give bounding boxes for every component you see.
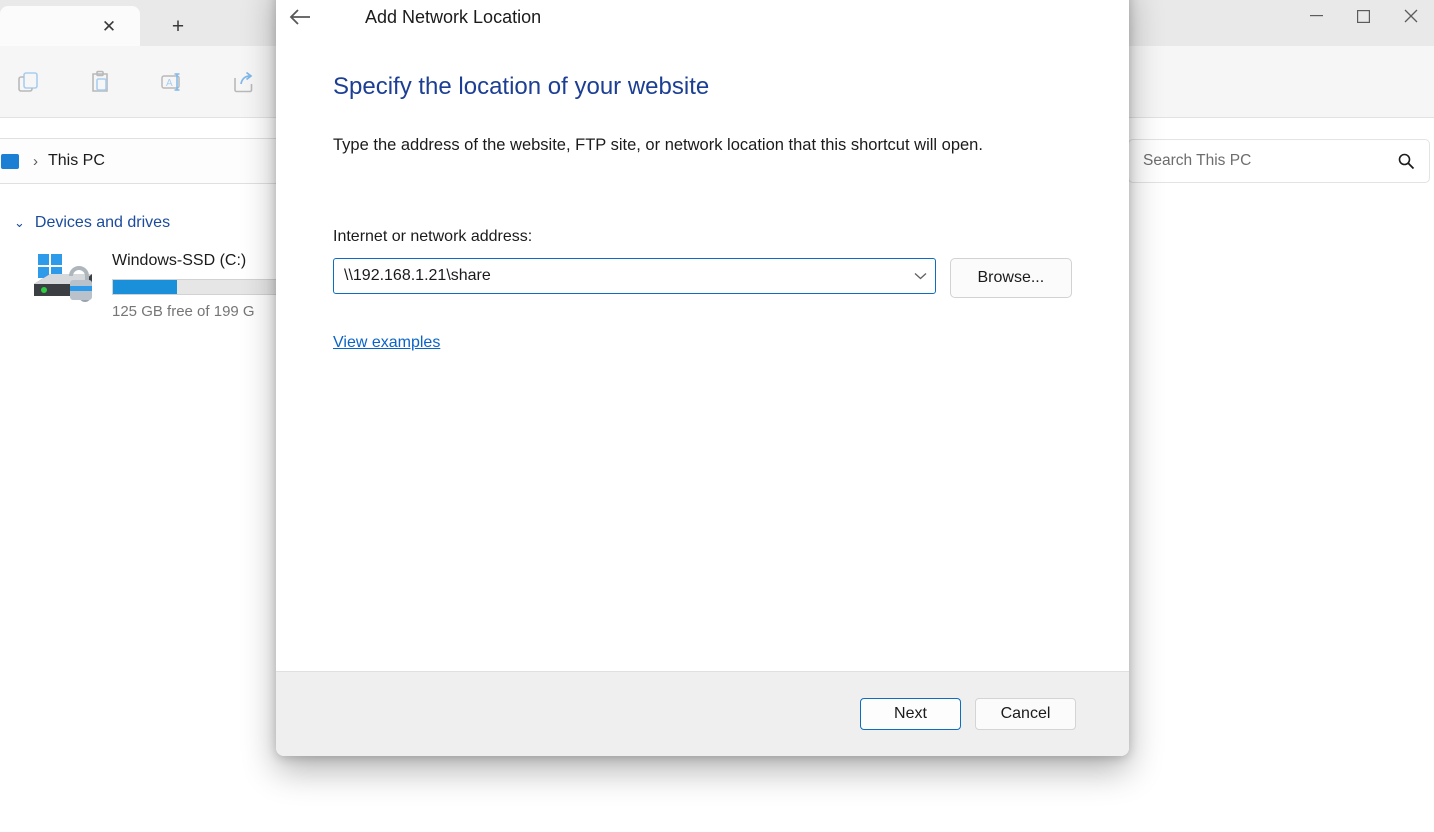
dialog-heading: Specify the location of your website [333, 73, 710, 100]
rename-icon: A [161, 72, 180, 91]
group-header-devices-and-drives[interactable]: ⌄ Devices and drives [14, 214, 170, 232]
share-button[interactable] [222, 62, 266, 102]
cancel-button[interactable]: Cancel [975, 698, 1076, 730]
tab-this-pc[interactable]: ✕ [0, 6, 140, 46]
address-field-label: Internet or network address: [333, 228, 533, 246]
minimize-icon [1310, 15, 1323, 17]
window-controls [1293, 0, 1434, 46]
drive-usage-fill [113, 280, 177, 294]
network-address-combobox[interactable]: \\192.168.1.21\share [333, 258, 936, 295]
tab-strip: ✕ + [0, 0, 216, 46]
drive-free-space: 125 GB free of 199 G [112, 303, 255, 320]
dialog-header: Add Network Location [276, 0, 1129, 56]
next-button[interactable]: Next [860, 698, 961, 730]
close-button[interactable] [1387, 0, 1434, 32]
view-examples-link[interactable]: View examples [333, 334, 440, 352]
tab-close-icon[interactable]: ✕ [96, 13, 122, 39]
paste-button[interactable] [78, 62, 122, 102]
copy-icon [18, 71, 38, 92]
search-input[interactable]: Search This PC [1143, 152, 1397, 170]
drive-tile-windows-ssd[interactable]: Windows-SSD (C:) 125 GB free of 199 G [30, 250, 286, 320]
search-icon[interactable] [1397, 152, 1415, 170]
dialog-title: Add Network Location [365, 6, 542, 27]
copy-button[interactable] [6, 62, 50, 102]
dialog-description: Type the address of the website, FTP sit… [333, 136, 983, 154]
add-network-location-dialog: Add Network Location Specify the locatio… [276, 0, 1129, 756]
address-field-row: \\192.168.1.21\share Browse... [333, 258, 1072, 299]
rename-button[interactable]: A [150, 62, 194, 102]
back-arrow-icon [289, 9, 310, 25]
new-tab-button[interactable]: + [140, 6, 216, 46]
share-icon [234, 71, 253, 92]
maximize-button[interactable] [1340, 0, 1387, 32]
drive-usage-bar [112, 279, 286, 295]
dialog-body: Specify the location of your website Typ… [276, 56, 1129, 671]
chevron-down-icon[interactable] [908, 269, 927, 283]
drive-name: Windows-SSD (C:) [112, 252, 247, 269]
close-icon [1404, 9, 1417, 23]
this-pc-icon [1, 153, 19, 169]
drive-icon [30, 250, 104, 312]
drive-info: Windows-SSD (C:) 125 GB free of 199 G [112, 250, 286, 320]
group-title: Devices and drives [34, 214, 171, 231]
breadcrumb-separator: › [33, 152, 38, 170]
network-address-input[interactable]: \\192.168.1.21\share [344, 267, 908, 285]
minimize-button[interactable] [1293, 0, 1340, 32]
breadcrumb-item-this-pc[interactable]: This PC [48, 152, 105, 170]
maximize-icon [1357, 9, 1370, 23]
chevron-down-icon[interactable]: ⌄ [14, 215, 25, 231]
paste-icon [92, 70, 108, 92]
back-button[interactable] [280, 0, 320, 37]
browse-button[interactable]: Browse... [949, 258, 1072, 299]
dialog-footer: Next Cancel [276, 671, 1129, 756]
search-box[interactable]: Search This PC [1128, 139, 1430, 183]
svg-text:A: A [166, 78, 173, 89]
